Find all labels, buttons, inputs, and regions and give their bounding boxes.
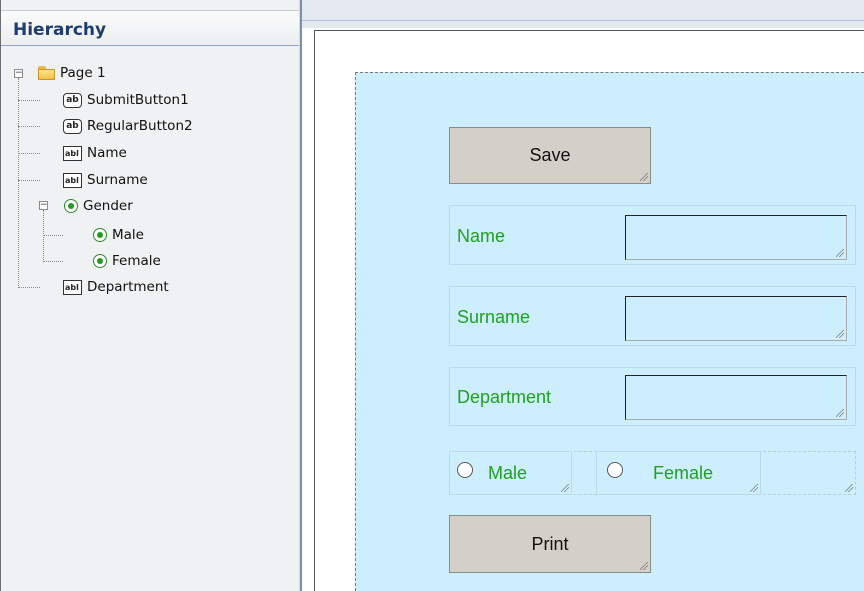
resize-grip-icon[interactable]	[561, 484, 569, 492]
surname-label: Surname	[457, 307, 531, 327]
hierarchy-header: Hierarchy	[1, 10, 302, 46]
male-radio-label: Male	[488, 463, 528, 483]
tree-line	[43, 235, 63, 236]
tree-item-label: Name	[87, 145, 127, 161]
collapse-toggle-icon[interactable]: −	[39, 201, 48, 210]
tree-item-label: Gender	[83, 198, 133, 214]
tree-line	[18, 78, 19, 286]
tree-line	[18, 153, 40, 154]
textbox-icon: abl	[63, 279, 82, 295]
tree-line	[18, 126, 40, 127]
surname-input[interactable]	[625, 296, 847, 341]
tree-item-female[interactable]: Female	[93, 250, 161, 272]
female-radio[interactable]: Female	[596, 451, 761, 495]
tree-item-label: Surname	[87, 172, 148, 188]
hierarchy-panel: Hierarchy − Page 1 ab SubmitButton1 ab R…	[0, 0, 302, 591]
radio-icon	[93, 254, 107, 268]
radio-circle-icon[interactable]	[457, 462, 473, 478]
name-field-row: Name	[449, 205, 856, 265]
button-icon: ab	[63, 92, 82, 108]
name-label: Name	[457, 226, 506, 246]
canvas-ruler-line	[302, 20, 864, 21]
tree-line	[18, 180, 40, 181]
panel-splitter[interactable]	[300, 0, 302, 591]
resize-grip-icon[interactable]	[640, 173, 648, 181]
resize-grip-icon[interactable]	[750, 484, 758, 492]
collapse-toggle-icon[interactable]: −	[14, 69, 23, 78]
tree-item-male[interactable]: Male	[93, 224, 144, 246]
tree-item-label: Department	[87, 279, 169, 295]
form-container[interactable]: Save Name Surname Department Male Female	[355, 72, 864, 591]
folder-icon	[38, 66, 55, 80]
textbox-icon: abl	[63, 145, 82, 161]
tree-line	[18, 287, 40, 288]
tree-item-label: Female	[112, 253, 161, 269]
save-button-label: Save	[529, 145, 571, 165]
tree-line	[43, 261, 63, 262]
tree-line	[18, 100, 40, 101]
hierarchy-title: Hierarchy	[13, 20, 107, 40]
panel-splitter-highlight	[299, 0, 300, 591]
tree-item-page1[interactable]: Page 1	[38, 62, 106, 84]
tree-line	[43, 210, 44, 262]
tree-item-label: SubmitButton1	[87, 92, 189, 108]
surname-field-row: Surname	[449, 286, 856, 346]
tree-item-label: Male	[112, 227, 144, 243]
print-button-label: Print	[531, 533, 569, 554]
resize-grip-icon[interactable]	[836, 409, 844, 417]
department-label: Department	[457, 387, 552, 407]
canvas-ruler	[302, 0, 864, 28]
tree-item-submitbutton1[interactable]: ab SubmitButton1	[63, 89, 189, 111]
save-button[interactable]: Save	[449, 127, 651, 184]
print-button[interactable]: Print	[449, 515, 651, 573]
department-input[interactable]	[625, 375, 847, 420]
tree-item-gender[interactable]: Gender	[64, 195, 133, 217]
department-field-row: Department	[449, 367, 856, 426]
radio-icon	[93, 228, 107, 242]
button-icon: ab	[63, 118, 82, 134]
name-input[interactable]	[625, 215, 847, 260]
radio-circle-icon[interactable]	[607, 462, 623, 478]
tree-item-regularbutton2[interactable]: ab RegularButton2	[63, 115, 193, 137]
radio-icon	[64, 199, 78, 213]
tree-item-label: Page 1	[60, 65, 106, 81]
resize-grip-icon[interactable]	[836, 330, 844, 338]
tree-item-label: RegularButton2	[87, 118, 193, 134]
resize-grip-icon[interactable]	[640, 562, 648, 570]
female-radio-label: Female	[653, 463, 714, 483]
resize-grip-icon[interactable]	[845, 484, 853, 492]
resize-grip-icon[interactable]	[836, 249, 844, 257]
tree-item-department[interactable]: abl Department	[63, 276, 169, 298]
tree-item-name[interactable]: abl Name	[63, 142, 127, 164]
male-radio[interactable]: Male	[449, 451, 572, 495]
textbox-icon: abl	[63, 172, 82, 188]
tree-item-surname[interactable]: abl Surname	[63, 169, 148, 191]
